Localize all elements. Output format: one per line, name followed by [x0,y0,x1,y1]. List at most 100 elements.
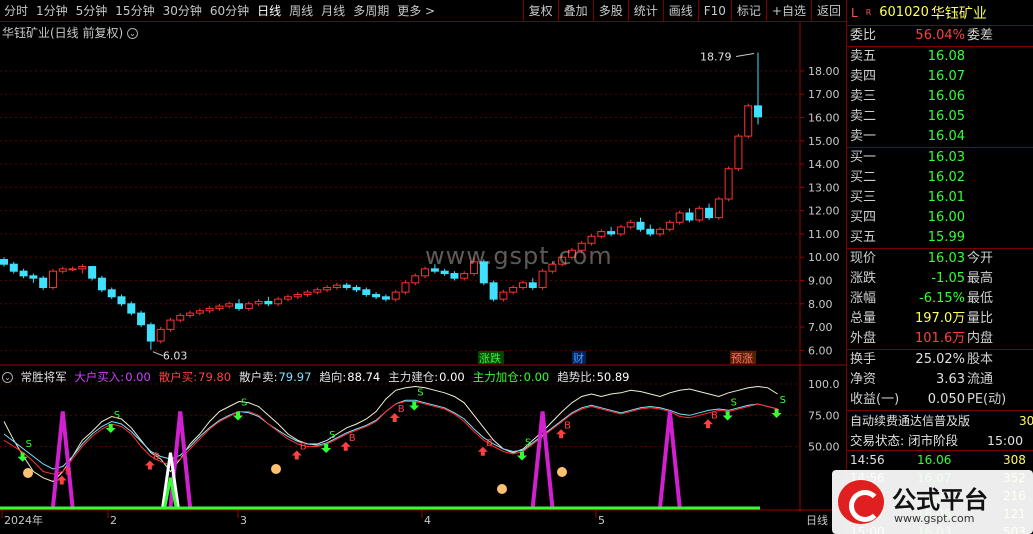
time-axis-label: 2 [110,514,117,527]
price-tick-label: 8.00 [808,298,833,311]
down-arrow-icon [409,401,420,411]
candle-body [362,289,371,295]
toolbar-action-8[interactable]: 返回 [810,0,846,22]
row-value: 16.04 [927,129,965,144]
kline-chart[interactable]: 6.00 7.00 8.00 9.00 10.00 11.00 12.00 13.00 14.0… [0,22,846,534]
candle-body [499,291,508,300]
period-tab-0[interactable]: 分时 [0,0,32,22]
row-value: 0.050 [927,392,965,407]
toolbar-action-1[interactable]: 叠加 [557,0,593,22]
tick-volume: 308 [1003,453,1026,467]
candle-body [460,273,469,279]
hand-pointer-icon [23,468,33,478]
row-value: -6.15% [919,291,965,306]
period-tab-5[interactable]: 60分钟 [206,0,253,22]
price-tick-label: 15.00 [808,135,840,148]
r-badge: R [865,8,872,17]
toolbar-action-4[interactable]: 画线 [662,0,698,22]
row-label: 卖一 [850,129,877,144]
candle-body [68,268,77,271]
candle-body [254,300,263,305]
row-value: 16.01 [927,190,965,205]
price-tick-label: 12.00 [808,205,840,218]
indicator-field-label: 趋势比: [557,370,596,384]
row-label: 卖三 [850,89,877,104]
toolbar-action-7[interactable]: +自选 [765,0,811,22]
time-axis-label: 3 [240,514,247,527]
chevron-down-icon[interactable]: ⌄ [2,372,13,383]
weicha-label: 委差 [967,28,994,43]
candle-body [597,231,606,237]
row-value: 16.08 [927,49,965,64]
event-marker-label: 涨跌 [479,351,501,365]
period-tab-6[interactable]: 日线 [253,0,285,22]
toolbar-action-0[interactable]: 复权 [522,0,558,22]
quote-row: 换手 25.02% 股本 [847,350,1033,370]
sell-signal-icon: S [26,439,32,450]
period-tab-4[interactable]: 30分钟 [159,0,206,22]
row-label-2: 内盘 [967,331,994,346]
toolbar-action-2[interactable]: 多股 [592,0,628,22]
candle-body [48,270,57,288]
candle-body [744,105,753,137]
candle-body [450,273,459,279]
candle-body [205,307,214,312]
period-tab-1[interactable]: 1分钟 [32,0,72,22]
ad-row[interactable]: 自动续费通达信普及版 30 [847,411,1033,431]
candle-body [9,263,18,272]
weibi-section: 委比 56.04% 委差 [847,26,1033,47]
chart-canvas[interactable]: 6.00 7.00 8.00 9.00 10.00 11.00 12.00 13.00 14.0… [0,22,846,534]
price-tick-label: 6.00 [808,344,833,357]
quote-row: 买五 15.99 [847,228,1033,248]
candle-body [734,135,743,170]
sell-signal-icon: S [525,438,531,449]
big-buyer-spike [657,411,682,510]
candle-body [401,282,410,293]
row-value: -1.05 [931,271,965,286]
toolbar-action-3[interactable]: 统计 [627,0,663,22]
toolbar-action-6[interactable]: 标记 [730,0,766,22]
down-arrow-icon [771,409,782,418]
period-tab-2[interactable]: 5分钟 [72,0,112,22]
indicator-name[interactable]: 常胜将军 [21,370,67,384]
candle-body [313,289,322,293]
candle-body [78,266,87,270]
buy-signal-icon: B [711,410,718,421]
quote-row: 买一 16.03 [847,148,1033,168]
chevron-down-icon[interactable]: ⌄ [127,28,139,39]
big-buyer-spike [50,411,75,510]
row-label: 净资 [850,372,877,387]
fundamental-stats: 换手 25.02% 股本 净资 3.63 流通 收益(一) 0.050 PE(动) [847,350,1033,411]
toolbar-actions: 复权 叠加 多股 统计 画线 F10 标记 +自选 返回 [522,0,846,22]
ad-text[interactable]: 自动续费通达信普及版 [850,414,970,428]
indicator-tick-label: 50.00 [808,441,840,454]
indicator-field-3: 趋向:88.74 [319,370,384,384]
period-tab-3[interactable]: 15分钟 [111,0,158,22]
hand-pointer-icon [271,464,281,474]
quote-row: 买三 16.01 [847,188,1033,208]
weibi-value: 56.04% [915,28,965,43]
candle-body [244,303,253,309]
period-tab-10[interactable]: 更多 > [393,0,439,22]
indicator-field-4: 主力建仓:0.00 [388,370,468,384]
toolbar-action-5[interactable]: F10 [697,0,731,22]
period-tab-7[interactable]: 周线 [285,0,317,22]
candle-body [352,286,361,291]
sell-signal-icon: S [114,410,120,421]
sell-signal-icon: S [241,398,247,409]
candle-body [381,296,390,300]
status-text: 交易状态: 闭市阶段 [850,433,959,448]
quote-row: 总量 197.0万 量比 [847,309,1033,329]
row-value: 16.05 [927,109,965,124]
price-tick-label: 7.00 [808,321,833,334]
candle-body [665,221,674,230]
time-axis-label: 日线 [806,513,828,527]
period-tab-9[interactable]: 多周期 [349,0,393,22]
row-label: 现价 [850,251,877,266]
quote-row: 现价 16.03 今开 [847,249,1033,269]
period-tab-8[interactable]: 月线 [317,0,349,22]
max-pointer [735,53,755,58]
hand-pointer-icon [497,484,507,494]
candle-body [283,296,292,300]
row-value: 16.02 [927,170,965,185]
